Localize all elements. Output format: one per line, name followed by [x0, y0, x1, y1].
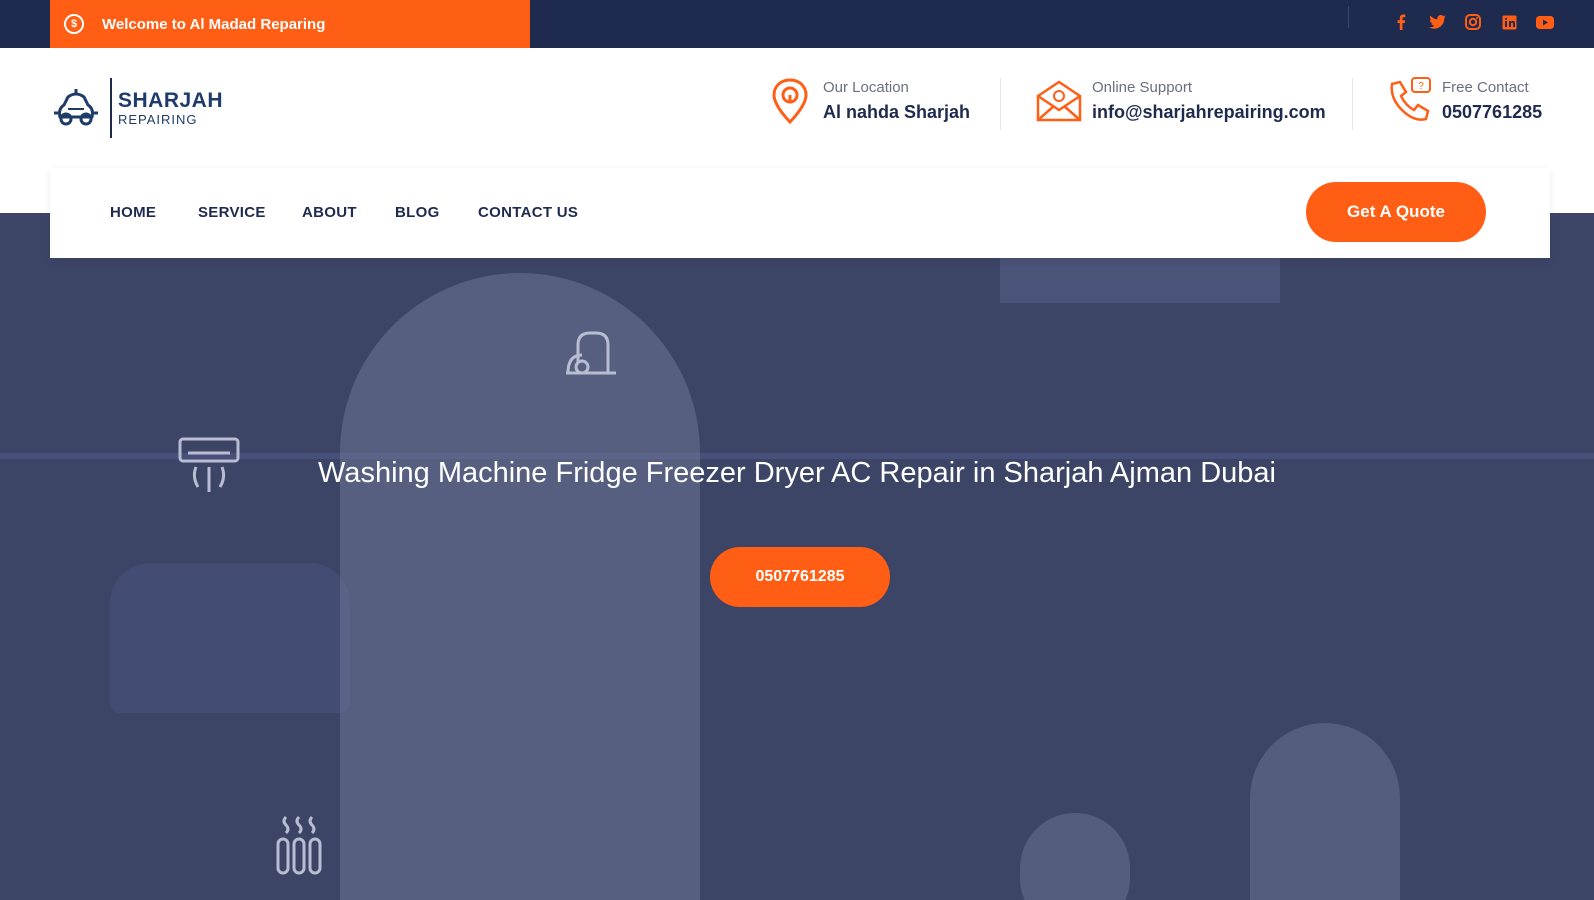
- nav-item-about[interactable]: ABOUT: [302, 204, 357, 221]
- hero-bg-person-2: [1250, 723, 1400, 900]
- hero-bg-person-1: [1020, 813, 1130, 900]
- logo-text-sub: REPAIRING: [118, 111, 198, 127]
- location-title: Our Location: [823, 79, 909, 96]
- vacuum-cleaner-icon: [566, 331, 616, 375]
- nav-item-home[interactable]: HOME: [110, 204, 156, 221]
- phone-value[interactable]: 0507761285: [1442, 102, 1542, 123]
- nav-item-contact-us[interactable]: CONTACT US: [478, 204, 578, 221]
- main-nav: HOME SERVICE ABOUT BLOG CONTACT US Get A…: [50, 168, 1550, 258]
- get-a-quote-button[interactable]: Get A Quote: [1306, 182, 1486, 242]
- gear-car-icon: [54, 89, 98, 126]
- youtube-icon[interactable]: [1536, 13, 1554, 31]
- instagram-icon[interactable]: [1464, 13, 1482, 31]
- svg-text:?: ?: [1418, 81, 1424, 92]
- top-bar: $ Welcome to Al Madad Reparing: [0, 0, 1594, 48]
- topbar-divider: [1348, 6, 1349, 28]
- site-logo[interactable]: SHARJAH REPAIRING: [50, 78, 223, 138]
- location-pin-icon: [772, 78, 808, 125]
- logo-text-main: SHARJAH: [118, 88, 224, 112]
- location-value[interactable]: Al nahda Sharjah: [823, 102, 970, 123]
- contact-location: Our Location Al nahda Sharjah: [765, 76, 970, 126]
- phone-title: Free Contact: [1442, 79, 1529, 96]
- welcome-text: Welcome to Al Madad Reparing: [102, 15, 326, 33]
- heater-radiator-icon: [276, 815, 322, 875]
- email-title: Online Support: [1092, 79, 1193, 96]
- header-separator: [1000, 78, 1001, 130]
- hero-bg-basket: [110, 563, 350, 713]
- social-links: [1392, 13, 1554, 31]
- welcome-banner: $ Welcome to Al Madad Reparing: [50, 0, 530, 48]
- contact-email: Online Support info@sharjahrepairing.com: [1034, 76, 1326, 126]
- twitter-icon[interactable]: [1428, 13, 1446, 31]
- nav-item-blog[interactable]: BLOG: [395, 204, 440, 221]
- facebook-icon[interactable]: [1392, 13, 1410, 31]
- hero-section: Washing Machine Fridge Freezer Dryer AC …: [0, 213, 1594, 900]
- hero-call-button[interactable]: 0507761285: [710, 547, 890, 607]
- hero-title: Washing Machine Fridge Freezer Dryer AC …: [318, 457, 1276, 489]
- nav-item-service[interactable]: SERVICE: [198, 204, 266, 221]
- hero-bg-technician: [340, 273, 700, 900]
- phone-icon: ?: [1390, 77, 1431, 121]
- logo-divider: [110, 78, 112, 138]
- email-icon: [1036, 80, 1082, 122]
- header-separator: [1352, 78, 1353, 130]
- email-value[interactable]: info@sharjahrepairing.com: [1092, 102, 1326, 123]
- linkedin-icon[interactable]: [1500, 13, 1518, 31]
- contact-phone: ? Free Contact 0507761285: [1384, 76, 1542, 126]
- dollar-icon: $: [64, 14, 84, 34]
